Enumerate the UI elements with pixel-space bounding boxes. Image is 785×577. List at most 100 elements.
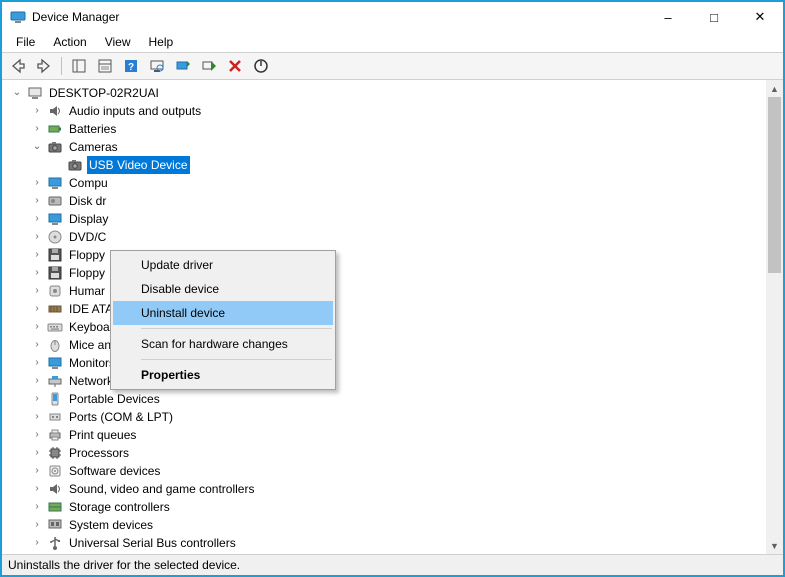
menu-item-uninstall-device[interactable]: Uninstall device bbox=[113, 301, 333, 325]
statusbar: Uninstalls the driver for the selected d… bbox=[2, 555, 783, 575]
tree-node-label: DVD/C bbox=[67, 228, 108, 246]
network-icon bbox=[47, 373, 63, 389]
usb-icon bbox=[47, 535, 63, 551]
expand-icon[interactable]: › bbox=[30, 266, 44, 280]
cpu-icon bbox=[47, 445, 63, 461]
tree-node[interactable]: ›Print queues bbox=[4, 426, 766, 444]
expand-icon[interactable]: › bbox=[30, 122, 44, 136]
tree-node[interactable]: › DVD/C bbox=[4, 228, 766, 246]
tree-node-label: Disk dr bbox=[67, 192, 108, 210]
menu-item-disable-device[interactable]: Disable device bbox=[113, 277, 333, 301]
monitor-icon bbox=[47, 211, 63, 227]
expand-icon[interactable]: › bbox=[30, 338, 44, 352]
expand-icon[interactable]: › bbox=[30, 320, 44, 334]
menu-view[interactable]: View bbox=[97, 33, 139, 51]
forward-button[interactable] bbox=[32, 55, 56, 77]
tree-node-label: Cameras bbox=[67, 138, 120, 156]
tree-node[interactable]: ›Audio inputs and outputs bbox=[4, 102, 766, 120]
tree-node-label: Software devices bbox=[67, 462, 162, 480]
tree-node[interactable]: ›Storage controllers bbox=[4, 498, 766, 516]
collapse-icon[interactable]: ⌄ bbox=[30, 140, 44, 154]
camera-icon bbox=[47, 139, 63, 155]
tree-node-label: Floppy bbox=[67, 246, 107, 264]
collapse-icon[interactable]: ⌄ bbox=[10, 86, 24, 100]
tree-node[interactable]: ›Ports (COM & LPT) bbox=[4, 408, 766, 426]
tree-node[interactable]: › Software devices bbox=[4, 462, 766, 480]
menu-action[interactable]: Action bbox=[45, 33, 94, 51]
context-menu: Update driver Disable device Uninstall dev… bbox=[110, 250, 336, 390]
expand-icon[interactable]: › bbox=[30, 230, 44, 244]
audio-icon bbox=[47, 103, 63, 119]
software-icon bbox=[47, 463, 63, 479]
tree-node[interactable]: ⌄ Cameras bbox=[4, 138, 766, 156]
menu-item-update-driver[interactable]: Update driver bbox=[113, 253, 333, 277]
tree-root[interactable]: ⌄ DESKTOP-02R2UAI bbox=[4, 84, 766, 102]
expand-icon[interactable]: › bbox=[30, 482, 44, 496]
tree-node-label: Compu bbox=[67, 174, 110, 192]
hid-icon bbox=[47, 283, 63, 299]
window-controls: – □ ✕ bbox=[645, 2, 783, 32]
ide-icon bbox=[47, 301, 63, 317]
expand-icon[interactable]: › bbox=[30, 302, 44, 316]
scroll-thumb[interactable] bbox=[768, 97, 781, 273]
help-button[interactable]: ? bbox=[119, 55, 143, 77]
tree-leaf[interactable]: USB Video Device bbox=[4, 156, 766, 174]
tree-node[interactable]: › Disk dr bbox=[4, 192, 766, 210]
scan-hardware-button[interactable] bbox=[145, 55, 169, 77]
properties-button[interactable] bbox=[93, 55, 117, 77]
tree-node[interactable]: ›Processors bbox=[4, 444, 766, 462]
expand-icon[interactable]: › bbox=[30, 392, 44, 406]
tree-node[interactable]: › System devices bbox=[4, 516, 766, 534]
expand-icon[interactable]: › bbox=[30, 212, 44, 226]
tree-node[interactable]: ›Sound, video and game controllers bbox=[4, 480, 766, 498]
expand-icon[interactable]: › bbox=[30, 500, 44, 514]
menu-file[interactable]: File bbox=[8, 33, 43, 51]
expand-icon[interactable]: › bbox=[30, 374, 44, 388]
toolbar-separator bbox=[61, 57, 62, 75]
show-hide-tree-button[interactable] bbox=[67, 55, 91, 77]
menu-item-properties[interactable]: Properties bbox=[113, 363, 333, 387]
computer-icon bbox=[27, 85, 43, 101]
expand-icon[interactable]: › bbox=[30, 518, 44, 532]
vertical-scrollbar[interactable]: ▲ ▼ bbox=[766, 80, 783, 554]
maximize-button[interactable]: □ bbox=[691, 2, 737, 32]
tree-node-label: System devices bbox=[67, 516, 155, 534]
port-icon bbox=[47, 409, 63, 425]
tree-node[interactable]: ›Display bbox=[4, 210, 766, 228]
expand-icon[interactable]: › bbox=[30, 446, 44, 460]
expand-icon[interactable]: › bbox=[30, 284, 44, 298]
update-driver-button[interactable] bbox=[171, 55, 195, 77]
tree-root-label: DESKTOP-02R2UAI bbox=[47, 84, 161, 102]
minimize-button[interactable]: – bbox=[645, 2, 691, 32]
scroll-down-arrow[interactable]: ▼ bbox=[766, 537, 783, 554]
tree-node[interactable]: › Batteries bbox=[4, 120, 766, 138]
expand-icon[interactable]: › bbox=[30, 410, 44, 424]
menu-item-label: Disable device bbox=[141, 282, 219, 296]
tree-node[interactable]: ›Universal Serial Bus controllers bbox=[4, 534, 766, 552]
enable-device-button[interactable] bbox=[197, 55, 221, 77]
expand-icon[interactable]: › bbox=[30, 194, 44, 208]
expand-icon[interactable]: › bbox=[30, 428, 44, 442]
menu-item-label: Properties bbox=[141, 368, 200, 382]
close-button[interactable]: ✕ bbox=[737, 2, 783, 32]
menu-item-scan-for-hardware-changes[interactable]: Scan for hardware changes bbox=[113, 332, 333, 356]
expand-icon[interactable]: › bbox=[30, 248, 44, 262]
tree-node[interactable]: ›Portable Devices bbox=[4, 390, 766, 408]
scroll-track[interactable] bbox=[766, 97, 783, 537]
tree-node[interactable]: › Compu bbox=[4, 174, 766, 192]
expand-icon[interactable]: › bbox=[30, 104, 44, 118]
toolbar: ? bbox=[2, 52, 783, 80]
tree-node-label: Batteries bbox=[67, 120, 118, 138]
disable-button[interactable] bbox=[249, 55, 273, 77]
expand-icon[interactable]: › bbox=[30, 536, 44, 550]
menu-help[interactable]: Help bbox=[141, 33, 182, 51]
system-icon bbox=[47, 517, 63, 533]
scroll-up-arrow[interactable]: ▲ bbox=[766, 80, 783, 97]
expand-icon[interactable]: › bbox=[30, 176, 44, 190]
menu-item-label: Uninstall device bbox=[141, 306, 225, 320]
back-button[interactable] bbox=[6, 55, 30, 77]
status-text: Uninstalls the driver for the selected d… bbox=[8, 558, 240, 572]
uninstall-button[interactable] bbox=[223, 55, 247, 77]
expand-icon[interactable]: › bbox=[30, 464, 44, 478]
expand-icon[interactable]: › bbox=[30, 356, 44, 370]
